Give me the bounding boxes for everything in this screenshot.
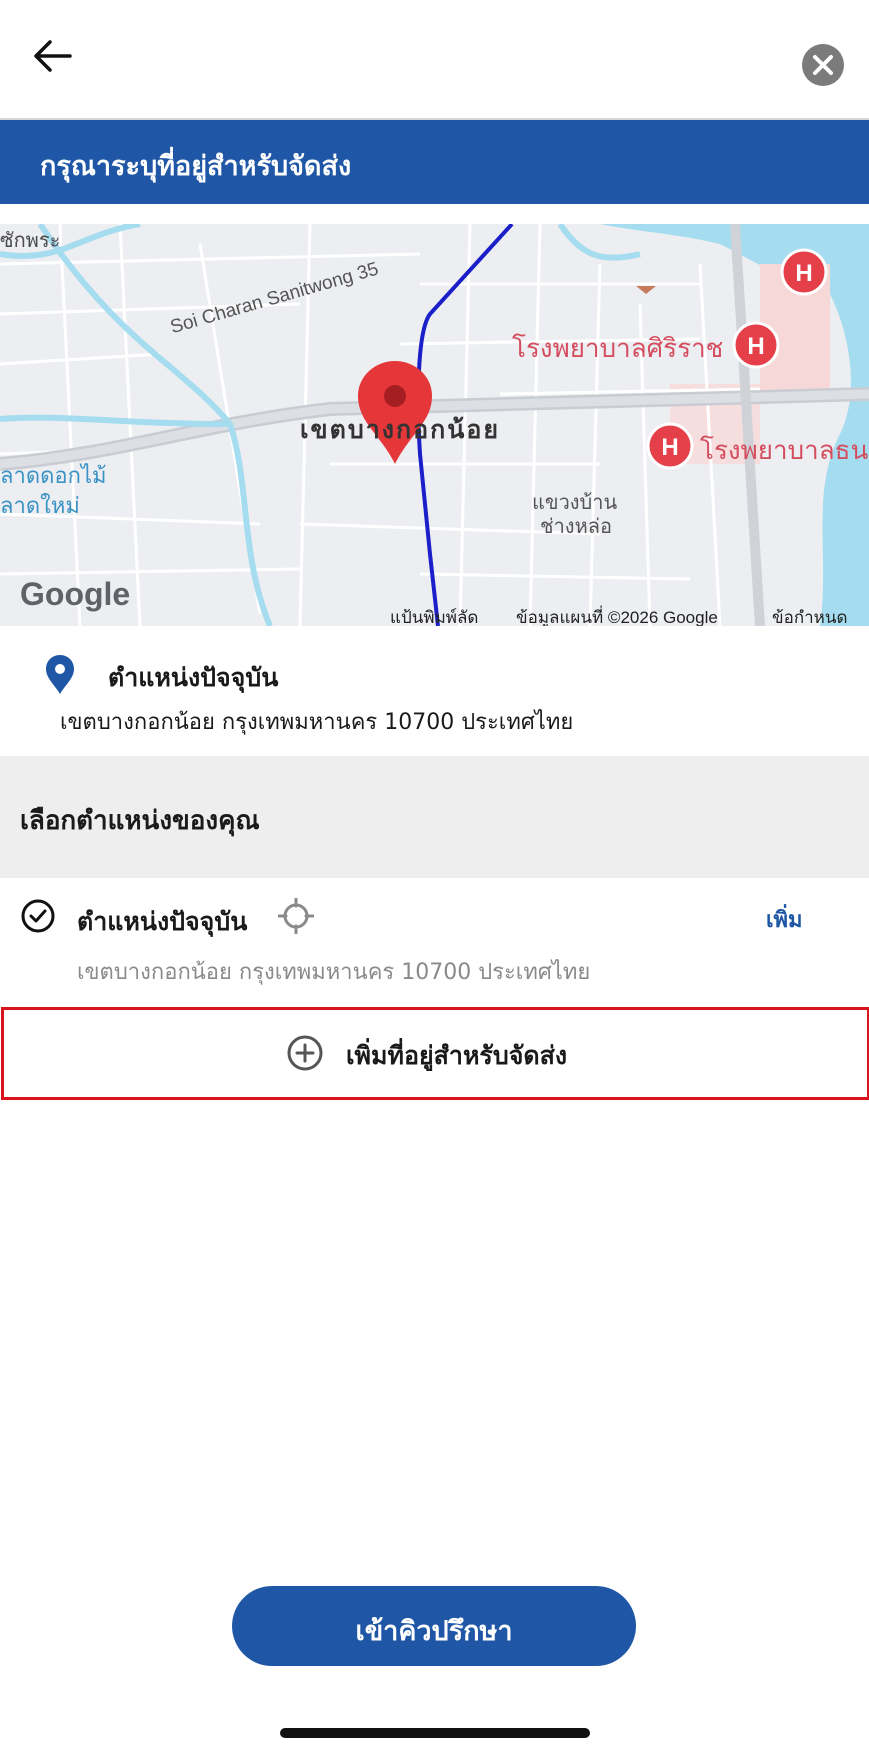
google-logo: Google (20, 576, 131, 612)
svg-text:H: H (795, 260, 812, 287)
page-title: กรุณาระบุที่อยู่สำหรับจัดส่ง (40, 151, 352, 182)
arrow-left-icon[interactable] (30, 34, 74, 78)
home-indicator[interactable] (280, 1728, 590, 1738)
map-district-label: เขตบางกอกน้อย (300, 416, 501, 444)
plus-circle-icon (286, 1034, 324, 1072)
option-title: ตำแหน่งปัจจุบัน (77, 907, 248, 936)
location-option[interactable]: ตำแหน่งปัจจุบัน เพิ่ม เขตบางกอกน้อย กรุง… (0, 880, 869, 1000)
crosshair-icon[interactable] (277, 897, 315, 935)
queue-consult-button[interactable]: เข้าคิวปรึกษา (232, 1586, 636, 1666)
section-title: เลือกตำแหน่งของคุณ (20, 806, 260, 836)
map-hospital-label: โรงพยาบาลศิริราช (512, 333, 724, 363)
top-bar (0, 0, 869, 120)
location-pin-icon (44, 654, 76, 696)
map-footer-shortcuts[interactable]: แป้นพิมพ์ลัด (390, 604, 478, 626)
current-location-section: ตำแหน่งปัจจุบัน เขตบางกอกน้อย กรุงเทพมหา… (0, 640, 869, 755)
map-footer-terms[interactable]: ข้อกำหนด (772, 604, 848, 626)
svg-text:H: H (661, 434, 678, 461)
add-link[interactable]: เพิ่ม (766, 902, 803, 937)
hospital-marker[interactable]: H (732, 321, 780, 369)
current-location-address: เขตบางกอกน้อย กรุงเทพมหานคร 10700 ประเทศ… (60, 710, 574, 735)
check-circle-icon[interactable] (20, 898, 56, 934)
option-address: เขตบางกอกน้อย กรุงเทพมหานคร 10700 ประเทศ… (77, 960, 591, 985)
hospital-marker[interactable]: H (780, 248, 828, 296)
title-banner: กรุณาระบุที่อยู่สำหรับจัดส่ง (0, 120, 869, 204)
map-label: ช่างหล่อ (540, 516, 613, 538)
map-view[interactable]: H H H ซักพระ Soi Charan Sanitwong 35 เขต… (0, 224, 869, 626)
svg-text:H: H (747, 333, 764, 360)
close-icon[interactable] (802, 44, 844, 86)
current-location-title: ตำแหน่งปัจจุบัน (108, 663, 279, 692)
add-delivery-address-button[interactable]: เพิ่มที่อยู่สำหรับจัดส่ง (1, 1007, 869, 1100)
section-header: เลือกตำแหน่งของคุณ (0, 756, 869, 878)
map-label: ซักพระ (0, 230, 61, 252)
map-hospital-label: โรงพยาบาลธน (700, 435, 869, 465)
map-label: ลาดใหม่ (0, 493, 80, 518)
hospital-marker[interactable]: H (646, 422, 694, 470)
map-footer-data: ข้อมูลแผนที่ ©2026 Google (516, 608, 718, 626)
add-address-label: เพิ่มที่อยู่สำหรับจัดส่ง (346, 1041, 568, 1070)
queue-consult-label: เข้าคิวปรึกษา (355, 1616, 513, 1647)
